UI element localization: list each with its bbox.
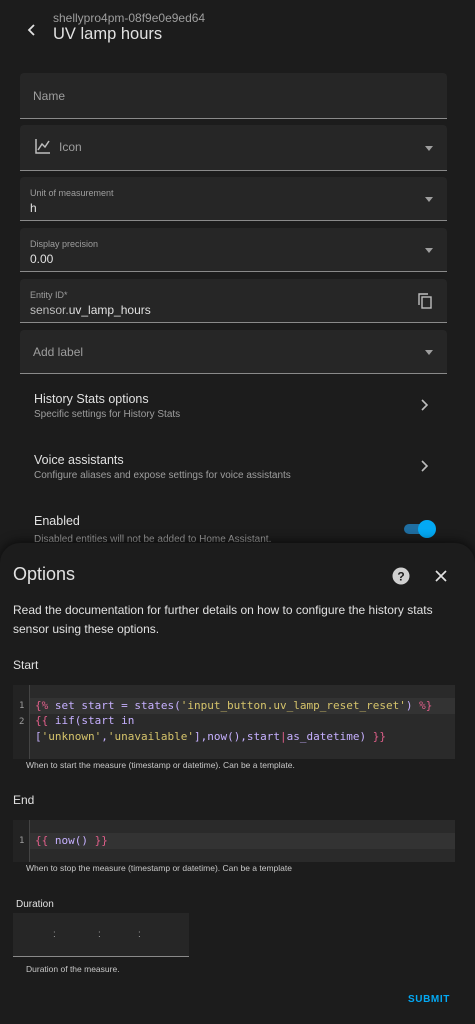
toggle-thumb (418, 520, 436, 538)
add-label-field[interactable]: Add label (20, 330, 447, 374)
line-number: 1 (19, 701, 25, 711)
history-stats-options-row[interactable]: History Stats options Specific settings … (20, 392, 447, 426)
page: shellypro4pm-08f9e0e9ed64 UV lamp hours … (0, 0, 475, 1024)
chevron-right-icon (421, 460, 429, 472)
name-field[interactable]: Name (20, 73, 447, 119)
svg-text:?: ? (397, 569, 404, 583)
dropdown-caret-icon (425, 349, 433, 355)
entity-id-field[interactable]: Entity ID* sensor.uv_lamp_hours (20, 279, 447, 323)
dialog-header: shellypro4pm-08f9e0e9ed64 UV lamp hours (0, 0, 475, 60)
entity-id-value: sensor.uv_lamp_hours (30, 303, 151, 317)
unit-field-value: h (30, 201, 37, 215)
entity-id-label: Entity ID* (30, 290, 68, 300)
duration-input[interactable]: : : : (13, 913, 189, 957)
enabled-toggle[interactable] (404, 520, 436, 538)
voice-assistants-subtitle: Configure aliases and expose settings fo… (34, 470, 291, 481)
precision-field-value: 0.00 (30, 252, 54, 266)
dropdown-caret-icon (425, 145, 433, 151)
line-number: 2 (19, 717, 25, 727)
duration-hint: Duration of the measure. (26, 964, 120, 974)
history-stats-title: History Stats options (34, 392, 149, 406)
help-circle-icon[interactable]: ? (392, 567, 410, 585)
end-label: End (13, 793, 35, 807)
unit-field-label: Unit of measurement (30, 188, 114, 198)
submit-button[interactable]: SUBMIT (408, 994, 450, 1005)
history-stats-subtitle: Specific settings for History Stats (34, 409, 181, 420)
duration-separator: : (53, 929, 56, 940)
options-description: Read the documentation for further detai… (13, 603, 433, 636)
voice-assistants-title: Voice assistants (34, 453, 124, 467)
end-hint: When to stop the measure (timestamp or d… (26, 863, 292, 873)
close-icon[interactable] (433, 568, 449, 584)
add-label-placeholder: Add label (33, 345, 84, 359)
start-label: Start (13, 658, 39, 672)
voice-assistants-row[interactable]: Voice assistants Configure aliases and e… (20, 453, 447, 487)
copy-icon[interactable] (418, 293, 432, 309)
start-hint: When to start the measure (timestamp or … (26, 760, 295, 770)
dropdown-caret-icon (425, 196, 433, 202)
options-title: Options (13, 564, 76, 584)
dropdown-caret-icon (425, 247, 433, 253)
icon-field-label: Icon (59, 140, 82, 154)
back-button[interactable] (18, 16, 46, 44)
entity-id-prefix: sensor. (30, 303, 69, 317)
chart-line-icon (35, 139, 50, 154)
icon-field[interactable]: Icon (20, 125, 447, 171)
entity-id-object: uv_lamp_hours (68, 303, 151, 317)
code-line-2-wrap: ['unknown','unavailable'],now(),start|as… (35, 730, 387, 743)
precision-field[interactable]: Display precision 0.00 (20, 228, 447, 272)
arrow-left-icon (27, 24, 35, 36)
entity-subtitle: shellypro4pm-08f9e0e9ed64 (53, 11, 206, 25)
unit-field[interactable]: Unit of measurement h (20, 177, 447, 221)
enabled-title: Enabled (34, 514, 80, 528)
duration-label: Duration (16, 899, 54, 910)
code-line-1: {% set start = states('input_button.uv_l… (35, 699, 433, 712)
start-code-editor[interactable]: 1 2 {% set start = states('input_button.… (13, 685, 455, 759)
options-sheet: Options ? Read the documentation for fur… (0, 543, 475, 1024)
code-line-1: {{ now() }} (35, 834, 108, 847)
line-number: 1 (19, 836, 25, 846)
page-title: UV lamp hours (53, 25, 163, 43)
code-line-2: {{ iif(start in (35, 714, 135, 727)
end-code-editor[interactable]: 1 {{ now() }} (13, 820, 455, 862)
chevron-right-icon (421, 399, 429, 411)
duration-separator: : (98, 929, 101, 940)
duration-separator: : (138, 929, 141, 940)
name-field-placeholder: Name (33, 89, 66, 103)
precision-field-label: Display precision (30, 239, 99, 249)
